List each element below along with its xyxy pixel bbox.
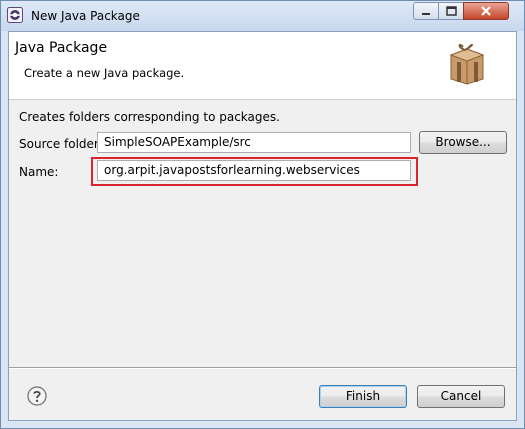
form-description: Creates folders corresponding to package… — [19, 110, 280, 124]
banner-title: Java Package — [15, 40, 108, 56]
minimize-icon — [422, 13, 430, 15]
help-icon[interactable] — [27, 386, 47, 406]
footer-separator — [9, 367, 516, 369]
banner-description: Create a new Java package. — [24, 66, 185, 80]
browse-button[interactable]: Browse... — [419, 131, 507, 154]
finish-button[interactable]: Finish — [319, 385, 407, 408]
package-box-icon — [449, 43, 485, 85]
name-label: Name: — [19, 165, 59, 179]
source-folder-label: Source folder: — [19, 137, 103, 151]
annotation-highlight — [91, 157, 418, 186]
window-title: New Java Package — [31, 9, 140, 23]
title-bar[interactable]: New Java Package — [1, 1, 524, 31]
minimize-button[interactable] — [413, 2, 439, 20]
source-folder-field[interactable]: SimpleSOAPExample/src — [97, 132, 411, 153]
dialog-content: Java Package Create a new Java package. … — [8, 31, 517, 421]
close-window-button[interactable] — [463, 2, 509, 20]
cancel-button[interactable]: Cancel — [417, 385, 505, 408]
new-java-package-dialog: New Java Package Java Package Create a n… — [0, 0, 525, 429]
close-icon — [481, 6, 491, 16]
maximize-button[interactable] — [438, 2, 464, 20]
eclipse-icon — [7, 7, 23, 23]
maximize-icon — [446, 6, 457, 16]
wizard-banner: Java Package Create a new Java package. — [9, 32, 516, 100]
